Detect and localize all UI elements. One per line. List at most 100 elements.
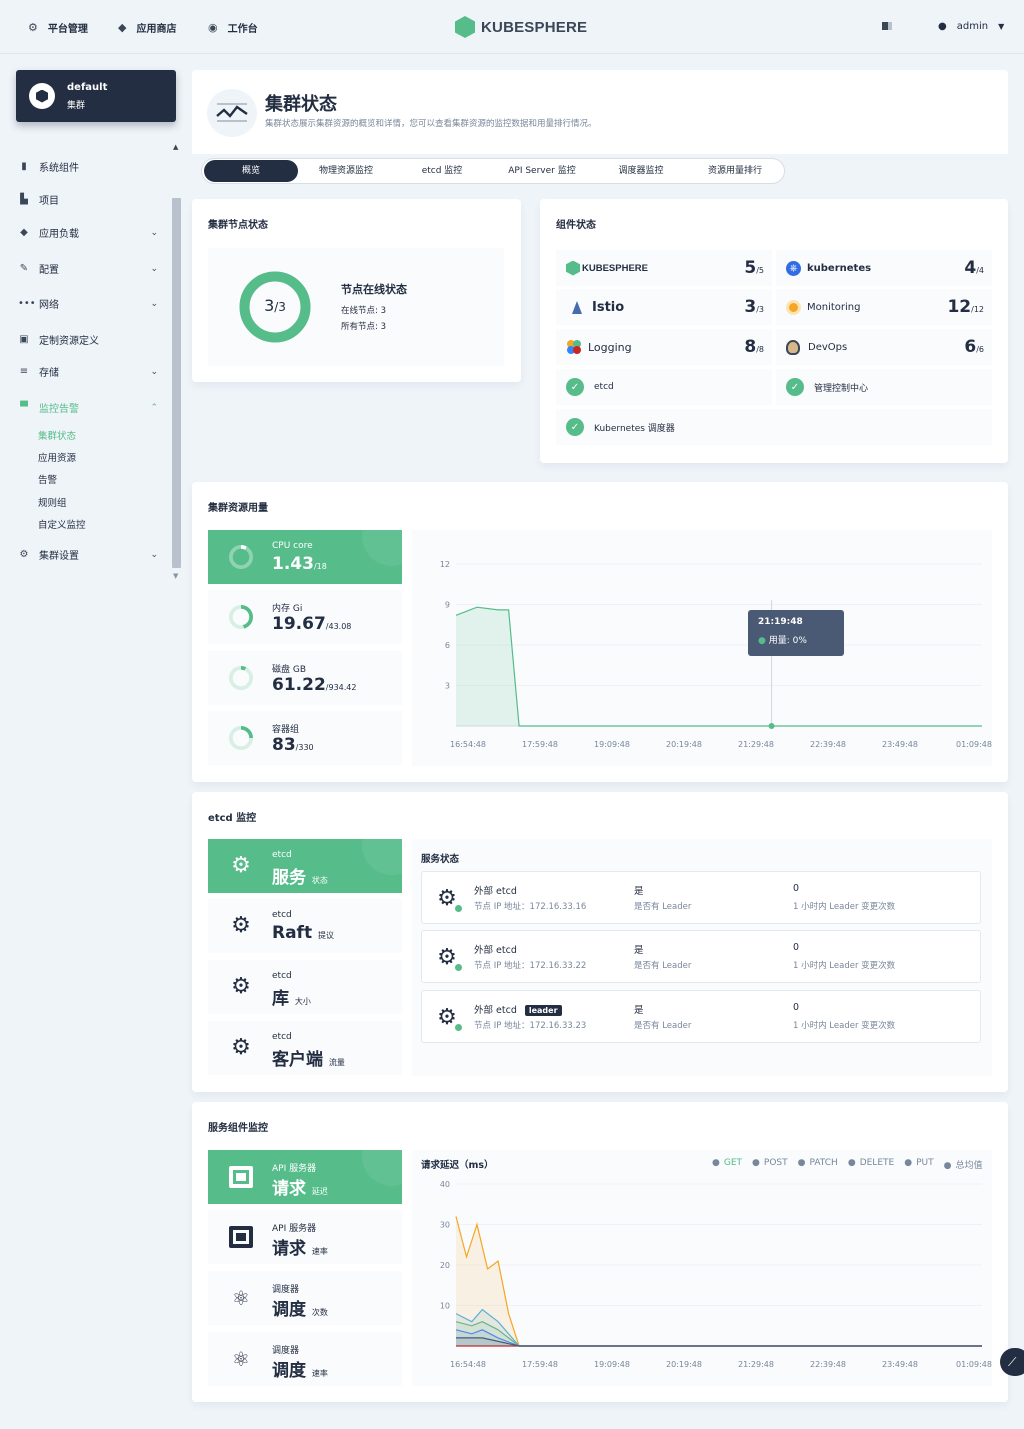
sidebar-subitem-custom-monitoring[interactable]: 自定义监控	[38, 517, 86, 531]
workload-icon: ◆	[20, 227, 28, 238]
sidebar-item-crd[interactable]: ▣ 定制资源定义	[18, 332, 158, 347]
sidebar-item-cluster-settings[interactable]: ⚙ 集群设置 ⌄	[18, 547, 158, 562]
tile-etcd-client[interactable]: ⚙ etcd 客户端 流量	[208, 1021, 402, 1075]
component-kubesphere[interactable]: KUBESPHERE 5/5	[556, 250, 772, 286]
node-online-count: 在线节点: 3	[341, 306, 386, 316]
etcd-node-row[interactable]: ⚙ 外部 etcd 节点 IP 地址：172.16.33.22 是 是否有 Le…	[421, 930, 981, 983]
toolbox-icon[interactable]	[882, 22, 892, 30]
component-kube-scheduler[interactable]: ✓ Kubernetes 调度器	[556, 409, 992, 445]
sidebar-item-workloads[interactable]: ◆ 应用负载 ⌄	[18, 225, 158, 240]
latency-legend: GET POST PATCH DELETE PUT 总均值	[712, 1158, 983, 1171]
tile-disk[interactable]: 磁盘 GB 61.22/934.42	[208, 651, 402, 705]
tile-scheduler-rate[interactable]: ⚛ 调度器 调度 速率	[208, 1332, 402, 1386]
legend-put[interactable]: PUT	[904, 1158, 934, 1171]
tile-api-latency[interactable]: API 服务器 请求 延迟	[208, 1150, 402, 1204]
y-tick-label: 30	[440, 1221, 450, 1230]
tab-api-server[interactable]: API Server 监控	[490, 160, 594, 182]
chevron-down-icon: ⌄	[150, 263, 158, 274]
nav-app-store[interactable]: ◆ 应用商店	[118, 20, 176, 35]
nav-platform[interactable]: ⚙ 平台管理	[28, 20, 88, 35]
tab-physical-resources[interactable]: 物理资源监控	[298, 160, 394, 182]
legend-post[interactable]: POST	[752, 1158, 788, 1171]
help-button[interactable]: ⟋	[1000, 1348, 1024, 1376]
chevron-down-icon: ⌄	[150, 298, 158, 309]
x-tick-label: 01:09:48	[956, 740, 992, 749]
x-tick-label: 21:29:48	[738, 740, 774, 749]
node-status-box: 3/3 节点在线状态 在线节点: 3 所有节点: 3	[208, 248, 504, 366]
chevron-down-icon: ▼	[998, 22, 1005, 31]
chevron-up-icon: ⌃	[150, 402, 158, 413]
component-istio[interactable]: Istio 3/3	[556, 289, 772, 325]
node-ring-value: 3/3	[264, 296, 286, 315]
latency-chart-title: 请求延迟（ms）	[421, 1160, 494, 1171]
tab-etcd[interactable]: etcd 监控	[394, 160, 490, 182]
sidebar-subitem-rule-groups[interactable]: 规则组	[38, 495, 67, 509]
crd-icon: ▣	[19, 334, 29, 345]
component-logging[interactable]: Logging 8/8	[556, 329, 772, 365]
sidebar-scroll-thumb[interactable]	[172, 198, 181, 568]
sidebar-item-network[interactable]: ••• 网络 ⌄	[18, 296, 158, 311]
sidebar-item-storage[interactable]: ≡ 存储 ⌄	[18, 364, 158, 379]
logging-icon	[567, 340, 581, 354]
tile-api-rate[interactable]: API 服务器 请求 速率	[208, 1210, 402, 1264]
sidebar-subitem-app-resources[interactable]: 应用资源	[38, 450, 76, 464]
sidebar-subitem-alerts[interactable]: 告警	[38, 472, 57, 486]
sidebar-item-config[interactable]: ✎ 配置 ⌄	[18, 261, 158, 276]
sidebar-item-monitoring[interactable]: ▀ 监控告警 ⌃	[18, 400, 158, 415]
resource-usage-chart[interactable]: 3 6 9 12 16:54:48 17:59:48 19:09:48 20:19:48 21:…	[412, 530, 992, 766]
tab-scheduler[interactable]: 调度器监控	[594, 160, 688, 182]
y-tick-label: 20	[440, 1261, 450, 1270]
component-status-title: 组件状态	[556, 220, 596, 231]
legend-delete[interactable]: DELETE	[848, 1158, 895, 1171]
tab-resource-ranking[interactable]: 资源用量排行	[688, 160, 782, 182]
x-tick-label: 16:54:48	[450, 740, 486, 749]
component-kubernetes[interactable]: ⎈ kubernetes 4/4	[776, 250, 992, 286]
status-dot	[455, 964, 462, 971]
etcd-node-row[interactable]: ⚙ 外部 etcd leader 节点 IP 地址：172.16.33.23 是 …	[421, 990, 981, 1043]
request-latency-chart[interactable]: 10 20 30 40 16:54:48 17:59:48 19:09:48 20:19:48…	[412, 1150, 992, 1386]
tab-bar: 概览 物理资源监控 etcd 监控 API Server 监控 调度器监控 资源…	[201, 158, 785, 184]
check-icon: ✓	[566, 378, 584, 396]
component-etcd[interactable]: ✓ etcd	[556, 369, 772, 405]
series-area-PATCH	[456, 1216, 982, 1346]
tile-cpu[interactable]: CPU core 1.43/18	[208, 530, 402, 584]
storage-icon: ≡	[19, 366, 29, 377]
check-icon: ✓	[566, 418, 584, 436]
tile-memory[interactable]: 内存 Gi 19.67/43.08	[208, 590, 402, 644]
user-menu[interactable]: ● admin ▼	[938, 21, 1004, 32]
nav-workbench[interactable]: ◉ 工作台	[208, 20, 258, 35]
cluster-switcher[interactable]: default 集群	[16, 70, 176, 122]
scroll-up-icon[interactable]: ▲	[173, 143, 178, 151]
status-dot	[455, 1024, 462, 1031]
series-area-总均值	[456, 1337, 982, 1346]
monitoring-icon	[786, 299, 801, 315]
cluster-name: default	[67, 82, 108, 93]
component-devops[interactable]: DevOps 6/6	[776, 329, 992, 365]
legend-get[interactable]: GET	[712, 1158, 742, 1171]
settings-icon: ⚙	[19, 549, 29, 560]
series-area-PUT	[456, 1309, 982, 1346]
workbench-icon: ◉	[208, 21, 218, 34]
tile-etcd-service[interactable]: ⚙ etcd 服务 状态	[208, 839, 402, 893]
tile-pods[interactable]: 容器组 83/330	[208, 711, 402, 765]
sidebar-item-projects[interactable]: ▙ 项目	[18, 192, 158, 207]
component-controller-manager[interactable]: ✓ 管理控制中心	[776, 369, 992, 405]
series-line-usage	[455, 606, 982, 727]
tab-overview[interactable]: 概览	[204, 160, 298, 182]
sidebar-subitem-cluster-status[interactable]: 集群状态	[38, 428, 76, 442]
node-total-count: 所有节点: 3	[341, 322, 386, 332]
sidebar-item-components[interactable]: ▮ 系统组件	[18, 159, 158, 174]
tile-scheduler-count[interactable]: ⚛ 调度器 调度 次数	[208, 1271, 402, 1325]
etcd-icon: ⚙	[231, 1035, 251, 1060]
tile-etcd-db[interactable]: ⚙ etcd 库 大小	[208, 960, 402, 1014]
scroll-down-icon[interactable]: ▼	[173, 572, 178, 580]
legend-patch[interactable]: PATCH	[798, 1158, 837, 1171]
kubesphere-logo[interactable]: KUBESPHERE	[455, 16, 587, 38]
x-tick-label: 01:09:48	[956, 1360, 992, 1369]
series-area-GET	[456, 1321, 982, 1346]
tile-etcd-raft[interactable]: ⚙ etcd Raft 提议	[208, 899, 402, 953]
component-monitoring[interactable]: Monitoring 12/12	[776, 289, 992, 325]
legend-dot-icon: ●	[758, 636, 769, 646]
etcd-node-row[interactable]: ⚙ 外部 etcd 节点 IP 地址：172.16.33.16 是 是否有 Le…	[421, 871, 981, 924]
legend-average[interactable]: 总均值	[944, 1158, 982, 1171]
